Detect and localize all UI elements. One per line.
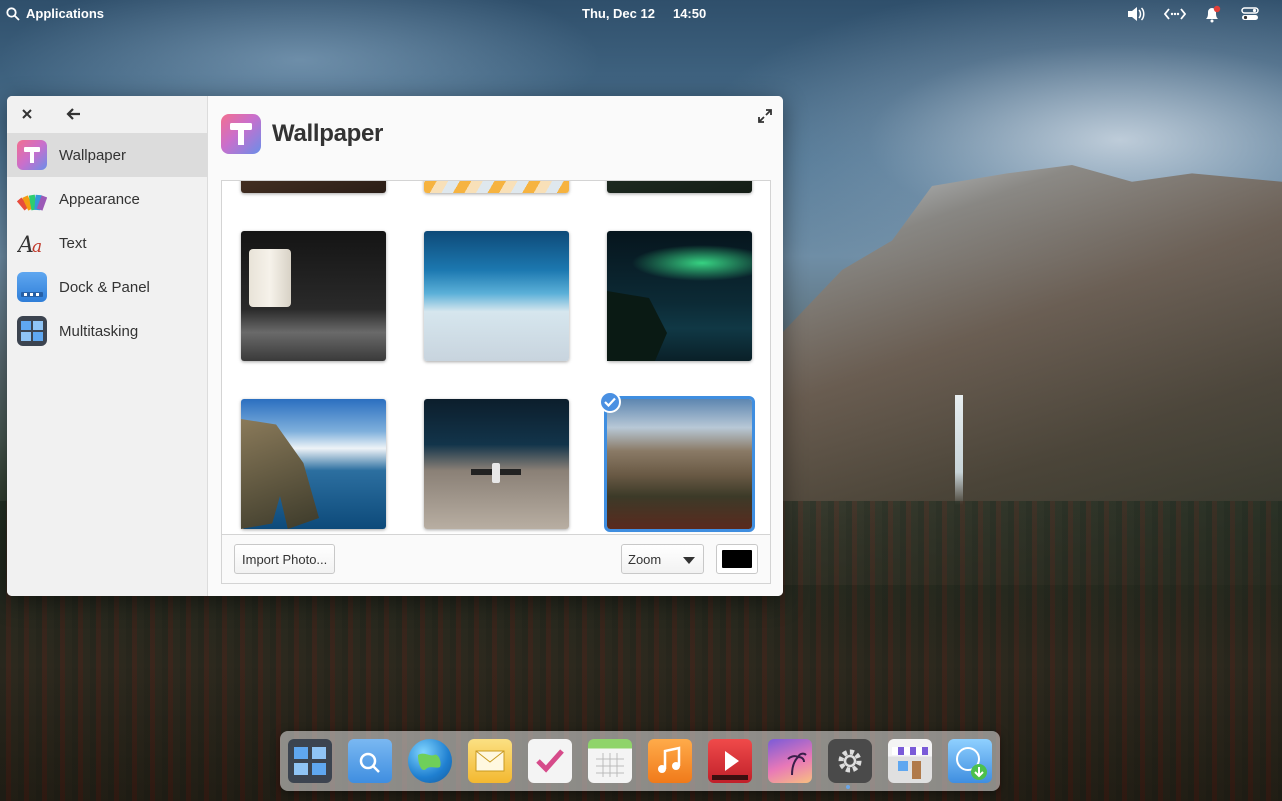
- sidebar-item-label: Dock & Panel: [59, 278, 150, 296]
- files-icon[interactable]: [348, 739, 392, 783]
- sidebar-item-wallpaper[interactable]: Wallpaper: [7, 133, 207, 177]
- coastal-rock-arch-photo[interactable]: [241, 399, 386, 529]
- ocean-wave-aerial-photo[interactable]: [424, 231, 569, 361]
- wallpaper-thumbnail[interactable]: [241, 181, 386, 193]
- search-icon: [6, 6, 20, 21]
- sidebar-item-multitasking[interactable]: Multitasking: [7, 309, 207, 353]
- videos-icon[interactable]: [708, 739, 752, 783]
- wallpaper-action-bar: Import Photo... Zoom: [221, 534, 771, 584]
- applications-label: Applications: [26, 6, 105, 21]
- wallpaper-thumbnail[interactable]: [607, 181, 752, 193]
- wallpaper-thumbnail[interactable]: [424, 181, 569, 193]
- sidebar-item-dock-panel[interactable]: Dock & Panel: [7, 265, 207, 309]
- datetime-indicator[interactable]: Thu, Dec 12 14:50: [582, 6, 706, 21]
- sidebar-item-label: Multitasking: [59, 322, 139, 340]
- wallpaper-gallery[interactable]: [221, 180, 771, 534]
- wallpaper-waterfall: [955, 395, 963, 505]
- appearance-icon: [16, 184, 48, 214]
- sidebar-item-text[interactable]: Aa Text: [7, 221, 207, 265]
- dropdown-arrow-icon: [683, 557, 695, 564]
- sidebar-item-label: Text: [59, 234, 87, 252]
- photos-icon[interactable]: [768, 739, 812, 783]
- wallpaper-icon: [17, 140, 47, 170]
- zoom-value: Zoom: [628, 551, 662, 567]
- sidebar-item-label: Appearance: [59, 190, 140, 208]
- page-title: Wallpaper: [272, 120, 384, 147]
- svg-text:a: a: [32, 237, 42, 257]
- sidebar-item-appearance[interactable]: Appearance: [7, 177, 207, 221]
- notifications-icon[interactable]: [1202, 5, 1222, 23]
- sidebar: Wallpaper Appearance Aa Text Dock & Pane…: [7, 96, 208, 596]
- date-label: Thu, Dec 12: [582, 6, 655, 21]
- close-icon[interactable]: [19, 106, 35, 122]
- satellite-earth-photo[interactable]: [424, 399, 569, 529]
- maximize-icon[interactable]: [757, 108, 773, 124]
- wallpaper-icon: [221, 114, 261, 154]
- system-settings-icon[interactable]: [828, 739, 872, 783]
- page-header: Wallpaper: [221, 114, 383, 154]
- sidebar-item-label: Wallpaper: [59, 146, 126, 164]
- music-icon[interactable]: [648, 739, 692, 783]
- lantern-photo[interactable]: [241, 231, 386, 361]
- dock: [280, 731, 1000, 791]
- window-controls: [7, 96, 207, 133]
- indicator-area: [1126, 5, 1260, 23]
- import-photo-button[interactable]: Import Photo...: [234, 544, 336, 574]
- main-content: Wallpaper Import Photo... Zoom: [208, 96, 783, 596]
- time-label: 14:50: [672, 6, 707, 21]
- wallpaper-scale-dropdown[interactable]: Zoom: [621, 544, 704, 574]
- color-swatch: [722, 550, 752, 568]
- tasks-icon[interactable]: [528, 739, 572, 783]
- appcenter-icon[interactable]: [888, 739, 932, 783]
- installer-icon[interactable]: [948, 739, 992, 783]
- session-icon[interactable]: [1240, 5, 1260, 23]
- multitasking-view-icon[interactable]: [288, 739, 332, 783]
- dock-panel-icon: [17, 272, 47, 302]
- selected-check-icon: [599, 391, 621, 413]
- multitasking-icon: [17, 316, 47, 346]
- text-icon: Aa: [16, 228, 47, 258]
- web-browser-icon[interactable]: [408, 739, 452, 783]
- yosemite-valley-photo[interactable]: [599, 391, 755, 532]
- background-color-button[interactable]: [716, 544, 758, 574]
- back-arrow-icon[interactable]: [65, 106, 83, 122]
- calendar-icon[interactable]: [588, 739, 632, 783]
- volume-icon[interactable]: [1126, 5, 1146, 23]
- network-icon[interactable]: [1163, 5, 1187, 23]
- applications-menu-button[interactable]: Applications: [6, 6, 104, 21]
- top-panel: Applications Thu, Dec 12 14:50: [0, 0, 1282, 28]
- aurora-sea-arch-photo[interactable]: [607, 231, 752, 361]
- mail-icon[interactable]: [468, 739, 512, 783]
- running-indicator: [846, 785, 850, 789]
- settings-window: Wallpaper Appearance Aa Text Dock & Pane…: [7, 96, 783, 596]
